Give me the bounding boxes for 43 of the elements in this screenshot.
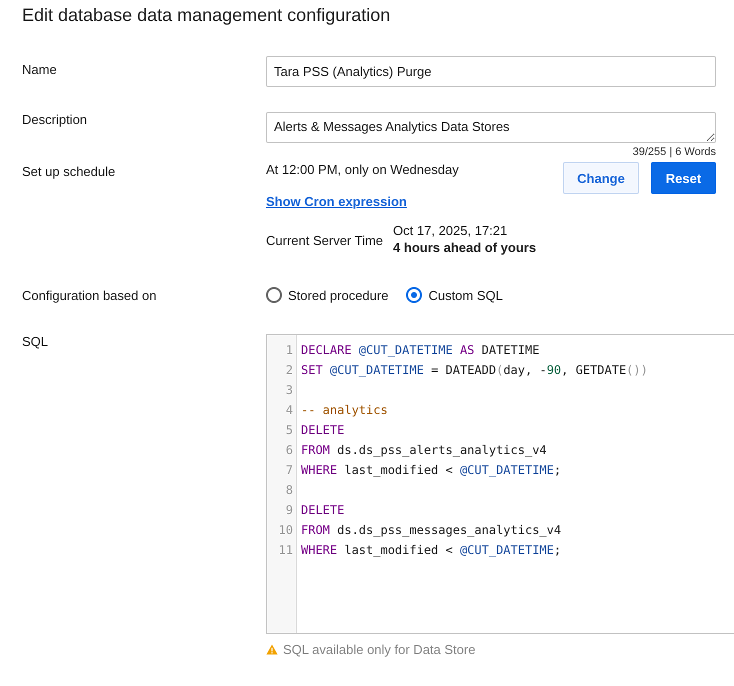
character-counter: 39/255 | 6 Words [632, 146, 716, 158]
field-label: SQL [22, 334, 50, 351]
warning-icon [266, 644, 278, 655]
sql-editor[interactable] [266, 334, 734, 634]
server-time: Oct 17, 2025, 17:21 [393, 223, 508, 238]
page-title: Edit database data management configuration [22, 4, 392, 27]
line-number: 7 [286, 462, 293, 479]
warning-text: SQL available only for Data Store [283, 642, 476, 657]
line-number: 2 [286, 362, 293, 379]
code-line: WHERE last_modified < @CUT_DATETIME; [301, 463, 562, 477]
radio-icon[interactable] [266, 287, 282, 303]
line-number: 5 [286, 422, 293, 439]
code-line: FROM ds.ds_pss_alerts_analytics_v4 [301, 443, 547, 457]
field-label: Set up schedule [22, 163, 116, 181]
time-offset: 4 hours ahead of yours [393, 240, 536, 255]
schedule-summary: At 12:00 PM, only on Wednesday [266, 162, 459, 179]
line-number: 4 [286, 402, 293, 419]
code-line: WHERE last_modified < @CUT_DATETIME; [301, 543, 562, 557]
change-button[interactable]: Change [563, 162, 639, 194]
code-line: -- analytics [301, 403, 388, 417]
line-number: 9 [286, 502, 293, 519]
line-number: 8 [286, 482, 293, 499]
server-time-label: Current Server Time [266, 233, 384, 248]
line-number: 3 [286, 382, 293, 399]
radio-option[interactable]: Custom SQL [406, 287, 503, 303]
code-line: DELETE [301, 503, 344, 517]
line-number: 6 [286, 442, 293, 459]
code-line: DELETE [301, 423, 344, 437]
code-line: DECLARE @CUT_DATETIME AS DATETIME [301, 343, 540, 357]
field-label: Description [22, 112, 88, 129]
code-line: SET @CUT_DATETIME = DATEADD(day, -90, GETDATE()) [301, 363, 648, 377]
field-label: Name [22, 61, 58, 79]
field-label: Configuration based on [22, 288, 158, 302]
code-line: FROM ds.ds_pss_messages_analytics_v4 [301, 523, 562, 537]
line-number: 10 [278, 522, 293, 539]
cron-link[interactable]: Show Cron expression [266, 194, 407, 209]
line-number: 1 [286, 342, 293, 359]
reset-button[interactable]: Reset [651, 162, 716, 194]
description-textarea[interactable]: Alerts & Messages Analytics Data Stores [266, 112, 716, 143]
radio-option[interactable]: Stored procedure [266, 287, 388, 303]
name-input[interactable]: Tara PSS (Analytics) Purge [266, 56, 716, 87]
radio-icon[interactable] [406, 287, 422, 303]
line-number: 11 [278, 542, 293, 559]
